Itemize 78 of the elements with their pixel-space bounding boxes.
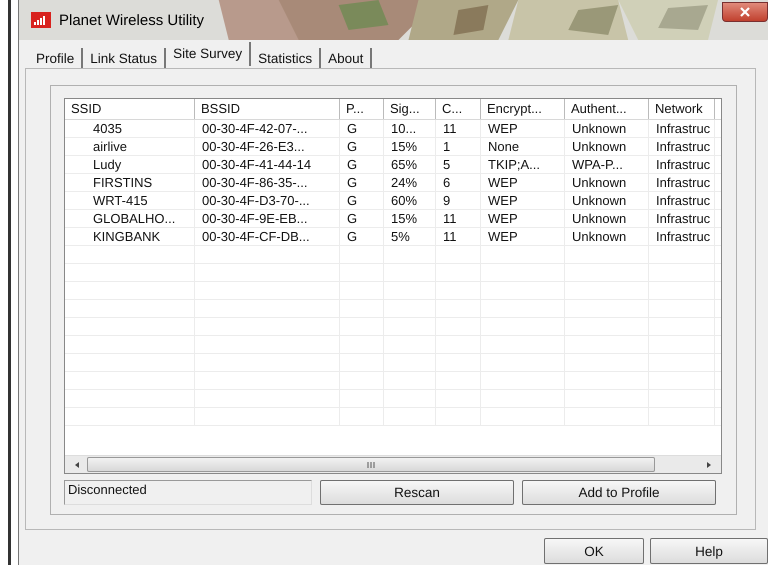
table-cell: 60% bbox=[391, 193, 418, 208]
column-header[interactable]: Network bbox=[649, 99, 715, 119]
signal-bars-icon bbox=[31, 12, 51, 28]
close-button[interactable] bbox=[722, 2, 768, 22]
table-cell: 65% bbox=[391, 157, 418, 172]
table-cell: Infrastruc bbox=[656, 211, 710, 226]
table-cell: 6 bbox=[443, 175, 450, 190]
column-header[interactable]: Authent... bbox=[565, 99, 649, 119]
table-cell: 15% bbox=[391, 211, 418, 226]
table-cell: WEP bbox=[488, 211, 518, 226]
table-cell: Unknown bbox=[572, 175, 626, 190]
table-cell: Infrastruc bbox=[656, 157, 710, 172]
table-cell: WEP bbox=[488, 193, 518, 208]
column-header[interactable]: SSID bbox=[65, 99, 195, 119]
scroll-left-icon[interactable] bbox=[73, 460, 81, 468]
table-cell: 1 bbox=[443, 139, 450, 154]
grip-icon bbox=[366, 462, 376, 468]
table-cell: TKIP;A... bbox=[488, 157, 540, 172]
table-cell: G bbox=[347, 229, 358, 244]
table-cell: 9 bbox=[443, 193, 450, 208]
table-cell: 00-30-4F-42-07-... bbox=[202, 121, 308, 136]
column-header[interactable]: Sig... bbox=[384, 99, 436, 119]
table-cell: WEP bbox=[488, 121, 518, 136]
column-header[interactable]: C... bbox=[436, 99, 481, 119]
table-cell: 24% bbox=[391, 175, 418, 190]
dialog-button[interactable]: OK bbox=[544, 538, 644, 564]
table-cell: GLOBALHO... bbox=[93, 211, 176, 226]
table-cell: airlive bbox=[93, 139, 127, 154]
column-header[interactable]: BSSID bbox=[195, 99, 340, 119]
dialog-button[interactable]: Help bbox=[650, 538, 768, 564]
table-cell: G bbox=[347, 121, 358, 136]
table-cell: Infrastruc bbox=[656, 139, 710, 154]
table-cell: G bbox=[347, 175, 358, 190]
table-cell: 11 bbox=[443, 211, 456, 226]
column-header[interactable]: Encrypt... bbox=[481, 99, 565, 119]
table-cell: WEP bbox=[488, 229, 518, 244]
table-cell: Infrastruc bbox=[656, 193, 710, 208]
table-cell: 00-30-4F-86-35-... bbox=[202, 175, 308, 190]
table-cell: Infrastruc bbox=[656, 229, 710, 244]
table-cell: G bbox=[347, 139, 358, 154]
table-cell: KINGBANK bbox=[93, 229, 160, 244]
table-cell: Unknown bbox=[572, 193, 626, 208]
table-cell: Unknown bbox=[572, 211, 626, 226]
scroll-right-icon[interactable] bbox=[705, 460, 713, 468]
table-cell: 5 bbox=[443, 157, 450, 172]
table-cell: 5% bbox=[391, 229, 410, 244]
table-cell: G bbox=[347, 193, 358, 208]
table-cell: FIRSTINS bbox=[93, 175, 152, 190]
action-button[interactable]: Rescan bbox=[320, 480, 514, 505]
table-cell: 00-30-4F-9E-EB... bbox=[202, 211, 308, 226]
table-cell: Unknown bbox=[572, 139, 626, 154]
table-cell: 00-30-4F-D3-70-... bbox=[202, 193, 310, 208]
table-cell: WRT-415 bbox=[93, 193, 148, 208]
action-button[interactable]: Add to Profile bbox=[522, 480, 716, 505]
scroll-thumb[interactable] bbox=[87, 457, 655, 472]
table-cell: 10... bbox=[391, 121, 416, 136]
table-cell: 4035 bbox=[93, 121, 122, 136]
table-cell: Unknown bbox=[572, 121, 626, 136]
table-cell: 11 bbox=[443, 121, 456, 136]
close-icon bbox=[739, 7, 751, 17]
table-cell: 00-30-4F-26-E3... bbox=[202, 139, 305, 154]
table-cell: 11 bbox=[443, 229, 456, 244]
window-title: Planet Wireless Utility bbox=[59, 12, 204, 28]
table-cell: 15% bbox=[391, 139, 418, 154]
table-cell: None bbox=[488, 139, 520, 154]
table-cell: WPA-P... bbox=[572, 157, 623, 172]
table-cell: Unknown bbox=[572, 229, 626, 244]
table-cell: 00-30-4F-41-44-14 bbox=[202, 157, 312, 172]
table-cell: G bbox=[347, 211, 358, 226]
table-cell: 00-30-4F-CF-DB... bbox=[202, 229, 310, 244]
table-cell: Infrastruc bbox=[656, 175, 710, 190]
table-cell: G bbox=[347, 157, 358, 172]
table-cell: WEP bbox=[488, 175, 518, 190]
horizontal-scrollbar[interactable] bbox=[65, 455, 721, 473]
table-cell: Infrastruc bbox=[656, 121, 710, 136]
column-header[interactable]: P... bbox=[340, 99, 384, 119]
status-field: Disconnected bbox=[64, 480, 312, 505]
table-cell: Ludy bbox=[93, 157, 122, 172]
